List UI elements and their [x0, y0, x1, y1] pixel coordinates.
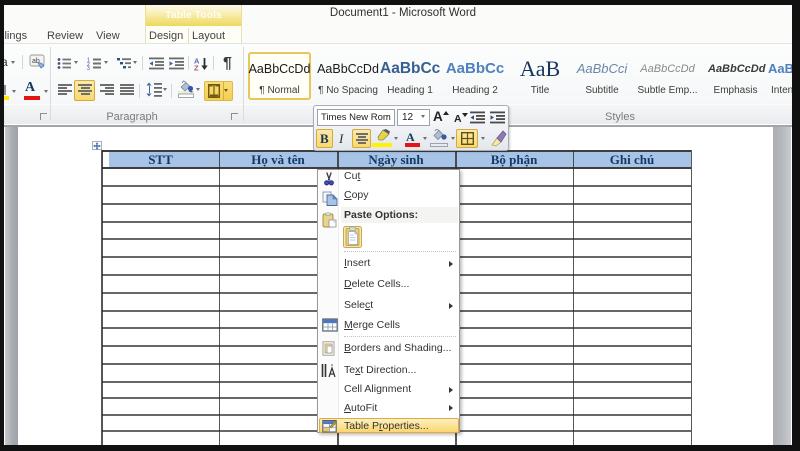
svg-text:Z: Z	[194, 64, 199, 72]
svg-text:3: 3	[87, 66, 90, 70]
